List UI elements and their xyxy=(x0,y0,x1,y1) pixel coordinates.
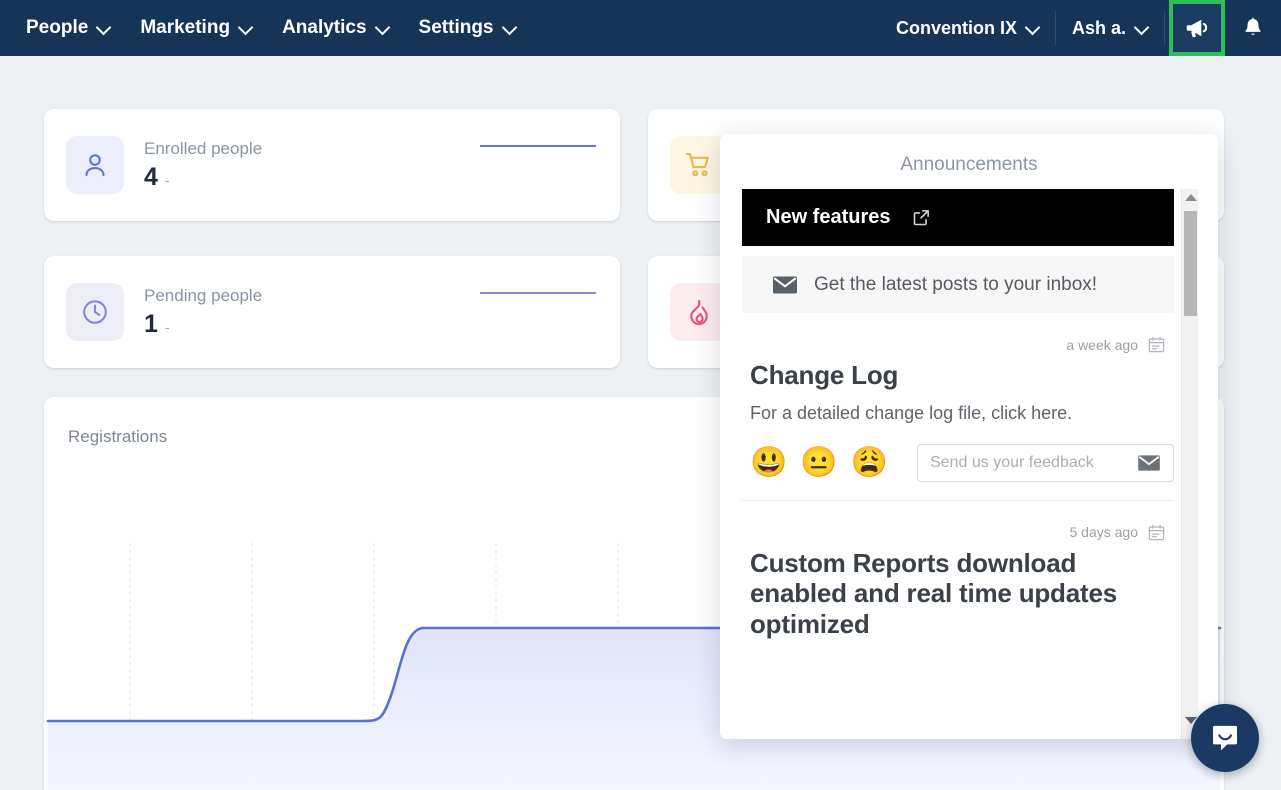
stat-body: Pending people 1 - xyxy=(144,285,262,339)
announcements-title: Announcements xyxy=(900,154,1038,175)
chevron-down-icon xyxy=(239,22,252,35)
primary-nav: People Marketing Analytics Settings xyxy=(0,9,528,47)
nav-menu-marketing-label: Marketing xyxy=(140,17,231,38)
subscribe-label: Get the latest posts to your inbox! xyxy=(814,273,1098,295)
user-menu[interactable]: Ash a. xyxy=(1060,10,1160,47)
post-meta: 5 days ago xyxy=(750,523,1166,542)
intercom-chat-icon xyxy=(1213,725,1237,751)
stat-label: Enrolled people xyxy=(144,138,263,158)
post-time: a week ago xyxy=(1066,336,1138,353)
envelope-icon[interactable] xyxy=(1137,454,1161,472)
post-meta: a week ago xyxy=(750,335,1166,354)
scrollbar-thumb[interactable] xyxy=(1184,211,1197,316)
announcements-scroll-area[interactable]: New features Get the latest posts to you… xyxy=(720,189,1218,739)
stat-card-pending-people[interactable]: Pending people 1 - xyxy=(44,256,620,368)
scroll-up-button[interactable] xyxy=(1182,189,1199,206)
stat-value-row: 4 - xyxy=(144,163,262,192)
nav-menu-people-label: People xyxy=(26,17,89,38)
secondary-nav: Convention IX Ash a. xyxy=(884,0,1281,56)
top-navbar: People Marketing Analytics Settings Conv… xyxy=(0,0,1281,56)
shopping-cart-icon xyxy=(685,152,709,177)
nav-menu-settings-label: Settings xyxy=(418,17,494,38)
announcements-content: New features Get the latest posts to you… xyxy=(742,189,1174,739)
intercom-launcher-button[interactable] xyxy=(1191,704,1259,772)
stat-icon-wrap xyxy=(66,136,124,194)
app-root: People Marketing Analytics Settings Conv… xyxy=(0,0,1281,790)
feedback-field-wrap[interactable] xyxy=(917,443,1174,482)
navbar-divider xyxy=(1054,11,1056,45)
subscribe-strip[interactable]: Get the latest posts to your inbox! xyxy=(742,256,1174,313)
account-switcher-label: Convention IX xyxy=(895,17,1017,38)
announcements-scrollbar[interactable] xyxy=(1181,189,1198,739)
dashboard-page: Enrolled people 4 - Pending people 1 - R… xyxy=(0,56,1281,790)
grinning-face-emoji[interactable]: 😃 xyxy=(750,447,787,478)
triangle-up-icon xyxy=(1184,194,1197,201)
stat-value: 1 xyxy=(144,310,158,339)
chevron-down-icon xyxy=(1026,22,1039,35)
nav-menu-people[interactable]: People xyxy=(14,9,122,47)
nav-menu-settings[interactable]: Settings xyxy=(407,9,528,47)
calendar-icon xyxy=(1148,336,1165,353)
stat-delta: - xyxy=(164,319,170,336)
nav-menu-marketing[interactable]: Marketing xyxy=(128,9,264,47)
announcements-panel: Announcements New features Get the lates… xyxy=(720,134,1218,739)
feedback-row: 😃 😐 😩 xyxy=(750,443,1174,482)
calendar-icon xyxy=(1148,524,1165,540)
stat-value-row: 1 - xyxy=(144,310,262,339)
nav-menu-analytics-label: Analytics xyxy=(282,17,367,38)
sparkline-chart xyxy=(480,292,596,294)
neutral-face-emoji[interactable]: 😐 xyxy=(800,447,837,478)
navbar-divider xyxy=(1164,11,1165,45)
stat-card-enrolled-people[interactable]: Enrolled people 4 - xyxy=(44,109,620,221)
post-description: For a detailed change log file, click he… xyxy=(750,402,1073,423)
sparkline-chart xyxy=(480,145,596,147)
post-time: 5 days ago xyxy=(1069,524,1139,541)
stat-delta: - xyxy=(164,172,170,189)
announcements-button[interactable] xyxy=(1169,0,1225,56)
weary-face-emoji[interactable]: 😩 xyxy=(851,447,888,478)
announcement-post: 5 days ago Custom Reports download enabl… xyxy=(742,499,1174,658)
chevron-down-icon xyxy=(503,22,516,35)
new-features-label: New features xyxy=(766,206,891,228)
notifications-button[interactable] xyxy=(1225,0,1281,56)
chevron-down-icon xyxy=(97,22,110,35)
external-link-icon xyxy=(913,210,929,226)
feedback-input[interactable] xyxy=(930,453,1138,472)
user-menu-label: Ash a. xyxy=(1071,17,1126,38)
account-switcher[interactable]: Convention IX xyxy=(884,10,1051,47)
clock-icon xyxy=(83,300,107,324)
chevron-down-icon xyxy=(1135,22,1148,35)
new-features-banner[interactable]: New features xyxy=(742,189,1174,246)
envelope-icon xyxy=(773,276,797,293)
stat-icon-wrap xyxy=(66,283,124,341)
post-title: Change Log xyxy=(750,360,899,390)
announcement-post: a week ago Change Log For a detailed cha… xyxy=(742,313,1174,500)
bell-icon xyxy=(1245,17,1261,35)
chevron-down-icon xyxy=(376,22,389,35)
flame-icon xyxy=(690,299,708,325)
stat-body: Enrolled people 4 - xyxy=(144,138,262,192)
post-title: Custom Reports download enabled and real… xyxy=(750,547,1117,640)
stat-label: Pending people xyxy=(144,285,263,305)
megaphone-icon xyxy=(1186,19,1208,38)
stat-value: 4 xyxy=(144,163,158,192)
nav-menu-analytics[interactable]: Analytics xyxy=(270,9,400,47)
person-icon xyxy=(85,154,105,177)
